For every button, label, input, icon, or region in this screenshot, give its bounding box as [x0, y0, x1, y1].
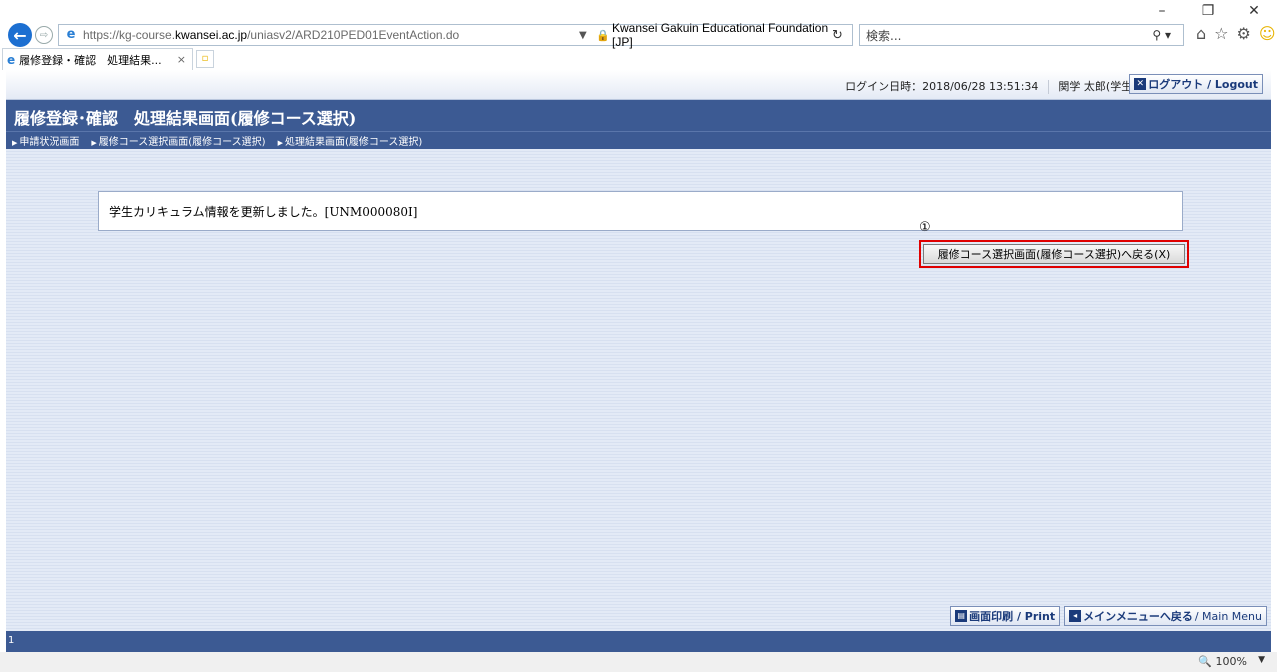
page-title: 履修登録･確認 処理結果画面(履修コース選択)	[14, 109, 357, 128]
print-label: 画面印刷 / Print	[969, 610, 1056, 623]
tab-ie-icon: e	[7, 52, 16, 67]
triangle-right-icon: ▶	[12, 139, 18, 147]
zoom-dropdown-icon[interactable]: ▼	[1258, 655, 1265, 665]
search-icon[interactable]: ⚲ ▾	[1152, 28, 1171, 42]
search-placeholder: 検索...	[866, 28, 902, 43]
tab-close-icon[interactable]: ×	[177, 53, 186, 66]
browser-tab[interactable]: e 履修登録・確認 処理結果... ×	[2, 48, 193, 70]
breadcrumb-item-course-select[interactable]: ▶ 履修コース選択画面(履修コース選択)	[91, 133, 265, 148]
lock-icon[interactable]: 🔒	[596, 29, 610, 42]
result-message: 学生カリキュラム情報を更新しました。[UNM000080I]	[109, 204, 418, 219]
back-arrow-icon[interactable]: ←	[8, 23, 32, 47]
settings-gear-icon[interactable]: ⚙	[1237, 24, 1251, 43]
minimize-button[interactable]: –	[1139, 0, 1185, 22]
breadcrumb-label: 申請状況画面	[19, 137, 80, 148]
title-bar: 履修登録･確認 処理結果画面(履修コース選択)	[6, 100, 1271, 131]
main-menu-button[interactable]: ◂ メインメニューへ戻る / Main Menu	[1064, 606, 1267, 626]
zoom-value: 100%	[1215, 655, 1247, 668]
address-bar[interactable]: e https://kg-course.kwansei.ac.jp/uniasv…	[58, 21, 853, 49]
url-prefix: https://kg-course.	[83, 28, 176, 42]
page-action-buttons: ▤ 画面印刷 / Print ◂ メインメニューへ戻る / Main Menu	[950, 606, 1267, 626]
return-to-course-select-button[interactable]: 履修コース選択画面(履修コース選択)へ戻る(X)	[923, 244, 1185, 264]
breadcrumb: ▶ 申請状況画面 ▶ 履修コース選択画面(履修コース選択) ▶ 処理結果画面(履修コー…	[6, 131, 1271, 149]
home-icon[interactable]: ⌂	[1196, 24, 1206, 43]
main-menu-label-en: / Main Menu	[1194, 609, 1262, 623]
breadcrumb-label: 履修コース選択画面(履修コース選択)	[98, 137, 266, 148]
logout-button[interactable]: ✕ ログアウト / Logout	[1129, 74, 1263, 94]
feedback-smiley-icon[interactable]: ☺	[1259, 24, 1276, 43]
favorites-star-icon[interactable]: ☆	[1214, 24, 1228, 43]
logout-label: ログアウト / Logout	[1148, 78, 1258, 91]
return-button-highlight: 履修コース選択画面(履修コース選択)へ戻る(X)	[919, 240, 1189, 268]
breadcrumb-item-status[interactable]: ▶ 申請状況画面	[12, 133, 79, 148]
refresh-icon[interactable]: ↻	[832, 28, 843, 43]
breadcrumb-label: 処理結果画面(履修コース選択)	[284, 137, 423, 148]
window-controls: – ❐ ✕	[1139, 0, 1277, 22]
url-domain: kwansei.ac.jp	[175, 28, 248, 42]
tab-title: 履修登録・確認 処理結果...	[19, 53, 162, 67]
breadcrumb-item-result: ▶ 処理結果画面(履修コース選択)	[278, 133, 423, 148]
close-window-button[interactable]: ✕	[1231, 0, 1277, 22]
address-dropdown-icon[interactable]: ▼	[579, 30, 587, 41]
browser-chrome: – ❐ ✕ ← ⇨ e https://kg-course.kwansei.ac…	[0, 0, 1277, 70]
certificate-label[interactable]: Kwansei Gakuin Educational Foundation [J…	[612, 21, 852, 49]
zoom-level[interactable]: 🔍 100%	[1198, 655, 1247, 668]
return-icon: ◂	[1069, 610, 1082, 622]
printer-icon: ▤	[955, 610, 968, 622]
url-text: https://kg-course.kwansei.ac.jp/uniasv2/…	[83, 28, 459, 42]
browser-status-bar: 🔍 100% ▼	[0, 652, 1277, 672]
triangle-right-icon: ▶	[277, 139, 283, 147]
divider	[1047, 80, 1049, 94]
zoom-icon: 🔍	[1198, 655, 1213, 668]
logout-x-icon: ✕	[1134, 78, 1147, 90]
search-input[interactable]: 検索... ⚲ ▾	[859, 24, 1184, 46]
user-name: 関学 太郎(学生)	[1058, 80, 1137, 93]
url-path: /uniasv2/ARD210PED01EventAction.do	[247, 28, 460, 42]
page-footer: 1	[6, 631, 1271, 652]
main-menu-label-jp: メインメニューへ戻る	[1083, 610, 1193, 623]
print-button[interactable]: ▤ 画面印刷 / Print	[950, 606, 1061, 626]
result-message-box: 学生カリキュラム情報を更新しました。[UNM000080I]	[98, 191, 1183, 231]
new-tab-icon[interactable]: ▫	[196, 50, 214, 68]
login-info: ログイン日時：2018/06/28 13:51:34 関学 太郎(学生)	[845, 78, 1153, 94]
forward-arrow-icon[interactable]: ⇨	[35, 26, 53, 44]
annotation-number: ①	[919, 220, 931, 235]
restore-button[interactable]: ❐	[1185, 0, 1231, 22]
ie-page-icon: e	[66, 27, 76, 42]
login-datetime: ログイン日時：2018/06/28 13:51:34	[845, 80, 1039, 93]
triangle-right-icon: ▶	[91, 139, 97, 147]
browser-toolbar: ⌂ ☆ ⚙ ☺	[1196, 24, 1276, 43]
login-strip: ログイン日時：2018/06/28 13:51:34 関学 太郎(学生) ✕ ロ…	[6, 70, 1271, 100]
page-number: 1	[8, 635, 15, 646]
web-page: ログイン日時：2018/06/28 13:51:34 関学 太郎(学生) ✕ ロ…	[6, 70, 1271, 652]
